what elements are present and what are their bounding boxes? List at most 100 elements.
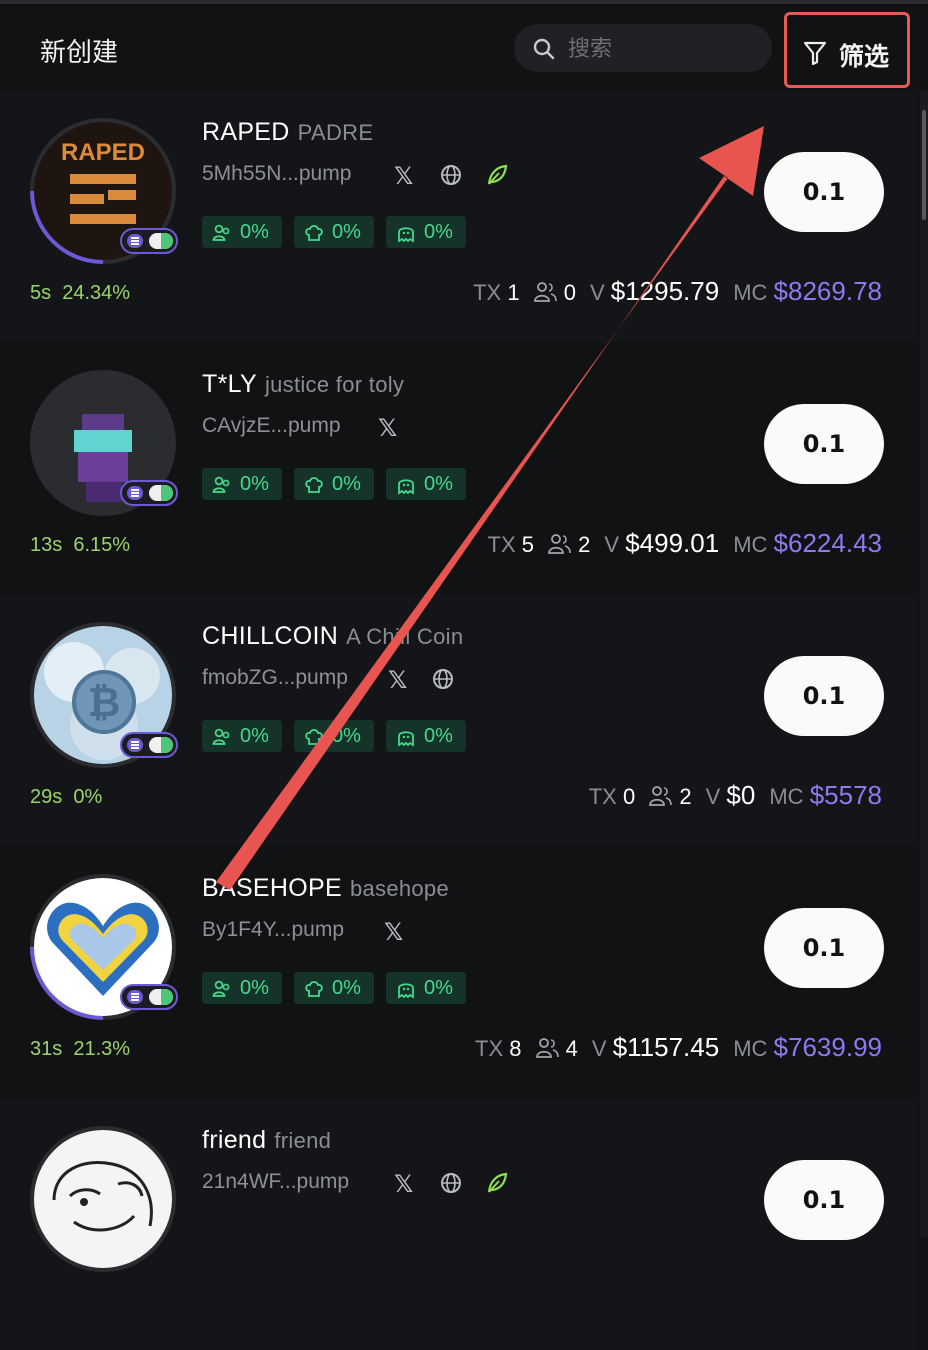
token-card[interactable]: ₿ CHILLCOIN A Chill Coin fmobZG...pump 𝕏 0% 0%… [0, 594, 918, 846]
token-address[interactable]: By1F4Y...pump [202, 918, 344, 942]
leaf-icon[interactable] [484, 1170, 510, 1201]
change-percent: 24.34% [62, 282, 131, 304]
token-card[interactable]: friend friend 21n4WF...pump 𝕏 0.1 [0, 1098, 918, 1350]
platform-badge [120, 984, 178, 1010]
holders-count: 0 [563, 280, 576, 305]
quick-buy-button[interactable]: 0.1 [764, 656, 884, 736]
token-address[interactable]: CAvjzE...pump [202, 414, 341, 438]
pill-icon [149, 737, 173, 753]
token-address[interactable]: 5Mh55N...pump [202, 162, 351, 186]
tx-label: TX [475, 1036, 504, 1061]
token-symbol: BASEHOPE [202, 874, 342, 902]
stat-chip: 0% [202, 468, 282, 500]
token-avatar[interactable] [30, 1126, 176, 1272]
scrollbar-thumb[interactable] [922, 110, 926, 220]
scrollbar[interactable] [920, 90, 928, 1238]
token-metrics: TX 0 2V $0 MC $5578 [589, 780, 882, 811]
search-box[interactable] [514, 24, 772, 72]
token-name[interactable]: friend friend [202, 1126, 331, 1155]
volume-value: $1157.45 [612, 1032, 720, 1062]
tx-count: 8 [509, 1036, 522, 1061]
stat-value: 0% [240, 977, 269, 999]
token-symbol: CHILLCOIN [202, 622, 339, 650]
tx-label: TX [473, 280, 502, 305]
x-icon[interactable]: 𝕏 [388, 666, 407, 695]
token-age: 31s 21.3% [30, 1038, 130, 1061]
token-name[interactable]: BASEHOPE basehope [202, 874, 449, 903]
globe-icon[interactable] [440, 1172, 462, 1199]
token-metrics: TX 8 4V $1157.45 MC $7639.99 [475, 1032, 882, 1063]
x-icon[interactable]: 𝕏 [394, 162, 413, 191]
token-fullname: A Chill Coin [346, 624, 464, 649]
holders-icon [535, 1036, 560, 1061]
token-address[interactable]: fmobZG...pump [202, 666, 348, 690]
globe-icon[interactable] [440, 164, 462, 191]
token-symbol: RAPED [202, 118, 290, 146]
stat-value: 0% [424, 221, 453, 243]
volume-value: $1295.79 [610, 276, 720, 306]
token-name[interactable]: CHILLCOIN A Chill Coin [202, 622, 463, 651]
token-name[interactable]: T*LY justice for toly [202, 370, 404, 399]
holders-count: 2 [578, 532, 591, 557]
stat-chip: 0% [202, 972, 282, 1004]
mc-label: MC [733, 280, 768, 305]
search-icon [533, 38, 555, 60]
filter-button[interactable]: 筛选 [784, 12, 910, 88]
age-value: 5s [30, 282, 52, 304]
list-icon [127, 738, 143, 752]
stat-value: 0% [240, 473, 269, 495]
holders-icon [649, 784, 673, 809]
x-icon[interactable]: 𝕏 [394, 1170, 413, 1199]
holders-icon [533, 280, 558, 305]
quick-buy-button[interactable]: 0.1 [764, 1160, 884, 1240]
leaf-icon[interactable] [484, 162, 510, 193]
stat-chip: 0% [386, 720, 466, 752]
svg-text:₿: ₿ [88, 680, 121, 726]
holders-count: 2 [679, 784, 692, 809]
mc-label: MC [733, 1036, 768, 1061]
holders-count: 4 [565, 1036, 578, 1061]
quick-buy-button[interactable]: 0.1 [764, 152, 884, 232]
holders-icon [548, 532, 572, 557]
platform-badge [120, 480, 178, 506]
pill-icon [149, 233, 173, 249]
x-icon[interactable]: 𝕏 [378, 414, 397, 443]
age-value: 13s [30, 534, 63, 556]
token-card[interactable]: RAPED RAPED PADRE 5Mh55N...pump 𝕏 0% 0% 0% 0.1 5s… [0, 90, 918, 342]
mc-label: MC [733, 532, 768, 557]
pill-icon [149, 989, 173, 1005]
stat-value: 0% [332, 977, 361, 999]
token-age: 5s 24.34% [30, 282, 130, 305]
age-value: 31s [30, 1038, 63, 1060]
quick-buy-button[interactable]: 0.1 [764, 404, 884, 484]
token-name[interactable]: RAPED PADRE [202, 118, 373, 147]
token-address[interactable]: 21n4WF...pump [202, 1170, 349, 1194]
token-metrics: TX 1 0V $1295.79 MC $8269.78 [473, 276, 882, 307]
stat-chip: 0% [294, 972, 374, 1004]
stat-chip: 0% [386, 468, 466, 500]
stat-chip: 0% [202, 720, 282, 752]
stat-chip: 0% [294, 216, 374, 248]
search-input[interactable] [566, 33, 760, 65]
change-percent: 6.15% [73, 534, 131, 556]
token-card[interactable]: BASEHOPE basehope By1F4Y...pump 𝕏 0% 0% 0% 0.1 3… [0, 846, 918, 1098]
quick-buy-button[interactable]: 0.1 [764, 908, 884, 988]
x-icon[interactable]: 𝕏 [384, 918, 403, 947]
platform-badge [120, 228, 178, 254]
token-fullname: justice for toly [264, 372, 405, 397]
token-age: 13s 6.15% [30, 534, 130, 557]
market-cap: $5578 [809, 780, 882, 810]
stat-value: 0% [332, 473, 361, 495]
tx-label: TX [487, 532, 516, 557]
stat-value: 0% [424, 473, 453, 495]
avatar-logo-text: RAPED [61, 139, 145, 166]
token-card[interactable]: T*LY justice for toly CAvjzE...pump 𝕏 0% 0% 0%… [0, 342, 918, 594]
tx-count: 0 [622, 784, 636, 809]
list-icon [127, 486, 143, 500]
volume-value: $499.01 [625, 528, 720, 558]
volume-label: V [705, 784, 721, 809]
token-symbol: friend [202, 1126, 267, 1154]
token-fullname: PADRE [297, 120, 374, 145]
token-fullname: basehope [349, 876, 450, 901]
globe-icon[interactable] [432, 668, 454, 695]
